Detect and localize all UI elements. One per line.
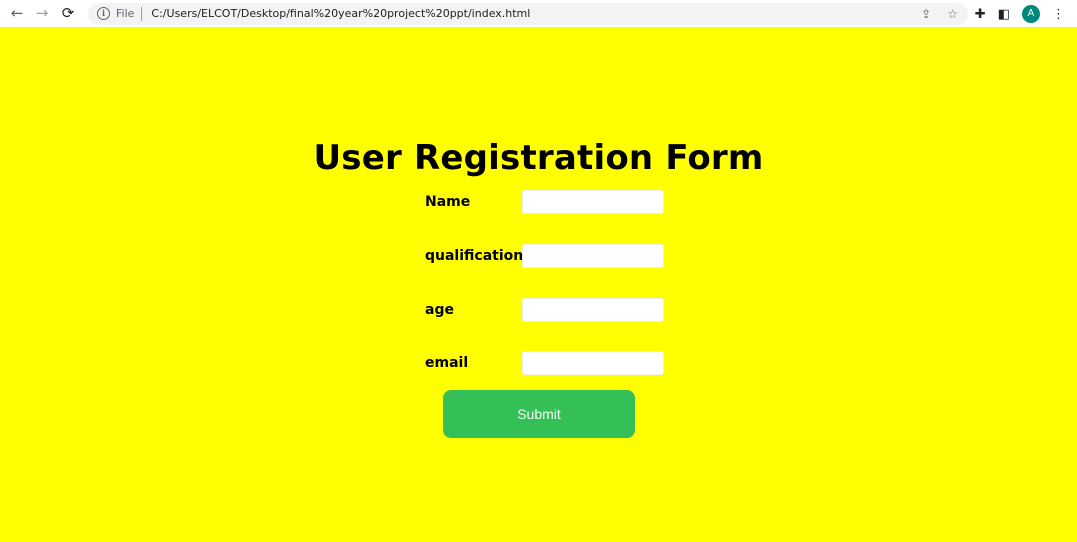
form-row-email: email: [425, 351, 664, 375]
form-row-qualification: qualification: [425, 244, 664, 268]
name-input[interactable]: [522, 190, 664, 214]
scheme-label: File: [116, 7, 135, 20]
qualification-label: qualification: [425, 248, 524, 264]
email-input[interactable]: [522, 351, 664, 375]
profile-avatar[interactable]: A: [1022, 5, 1040, 23]
share-icon[interactable]: ⇪: [921, 7, 931, 21]
back-arrow-icon[interactable]: ←: [7, 4, 27, 24]
email-label: email: [425, 355, 469, 371]
address-bar[interactable]: i File C:/Users/ELCOT/Desktop/final%20ye…: [88, 2, 968, 25]
form-row-age: age: [425, 298, 664, 322]
form-row-name: Name: [425, 190, 664, 214]
reload-icon[interactable]: ⟳: [58, 4, 78, 24]
browser-toolbar: ← → ⟳ i File C:/Users/ELCOT/Desktop/fina…: [0, 0, 1077, 28]
submit-button[interactable]: Submit: [443, 390, 635, 438]
name-label: Name: [425, 194, 471, 210]
form-title: User Registration Form: [313, 138, 764, 178]
age-input[interactable]: [522, 298, 664, 322]
age-label: age: [425, 302, 454, 318]
qualification-input[interactable]: [522, 244, 664, 268]
info-icon[interactable]: i: [97, 7, 110, 20]
url-text[interactable]: C:/Users/ELCOT/Desktop/final%20year%20pr…: [151, 7, 530, 20]
forward-arrow-icon[interactable]: →: [32, 4, 52, 24]
page-content: User Registration Form Name qualificatio…: [0, 28, 1077, 542]
toolbar-right: ✚ ◧ A ⋮: [975, 0, 1077, 28]
address-bar-actions: ⇪ ☆: [921, 3, 958, 25]
bookmark-star-icon[interactable]: ☆: [947, 7, 958, 21]
menu-kebab-icon[interactable]: ⋮: [1052, 7, 1065, 22]
side-panel-icon[interactable]: ◧: [998, 7, 1010, 22]
address-separator: [141, 6, 143, 21]
extensions-puzzle-icon[interactable]: ✚: [975, 7, 986, 22]
